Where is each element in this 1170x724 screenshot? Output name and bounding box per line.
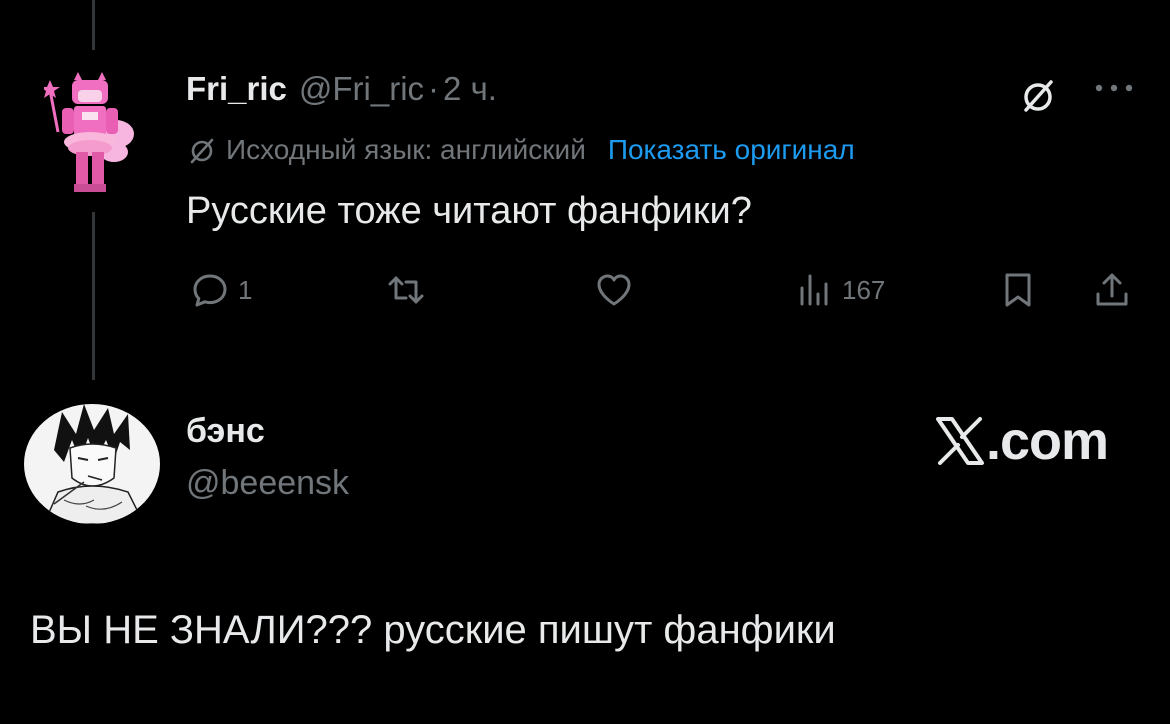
tweet-header: Fri_ric @Fri_ric · 2 ч. bbox=[186, 70, 497, 108]
views-count: 167 bbox=[842, 274, 886, 305]
card-author-handle[interactable]: @beeensk bbox=[186, 464, 349, 503]
thread-line-top bbox=[92, 0, 95, 50]
author-handle[interactable]: @Fri_ric bbox=[299, 70, 424, 108]
tweet-text: Русские тоже читают фанфики? bbox=[186, 190, 752, 232]
retweet-button[interactable] bbox=[386, 270, 426, 310]
share-button[interactable] bbox=[1092, 270, 1132, 310]
like-button[interactable] bbox=[594, 270, 634, 310]
action-bar: 1 167 bbox=[0, 266, 1170, 316]
author-name[interactable]: Fri_ric bbox=[186, 70, 287, 108]
translate-slash-icon[interactable] bbox=[1018, 76, 1058, 116]
reply-button[interactable]: 1 bbox=[190, 270, 252, 310]
retweet-icon bbox=[388, 276, 424, 304]
timestamp[interactable]: 2 ч. bbox=[443, 70, 497, 108]
translation-label: Исходный язык: английский bbox=[226, 134, 586, 165]
views-icon bbox=[800, 274, 828, 306]
share-icon bbox=[1096, 273, 1128, 306]
card-text: ВЫ НЕ ЗНАЛИ??? русские пишут фанфики bbox=[30, 608, 836, 652]
translate-icon bbox=[190, 138, 214, 164]
avatar[interactable] bbox=[44, 72, 136, 202]
show-original-link[interactable]: Показать оригинал bbox=[608, 134, 855, 166]
like-icon bbox=[597, 274, 631, 306]
separator-dot: · bbox=[428, 70, 440, 107]
views-button[interactable]: 167 bbox=[794, 270, 885, 310]
reply-icon bbox=[193, 274, 227, 307]
x-com-text: .com bbox=[986, 411, 1109, 471]
translation-notice: Исходный язык: английский Показать ориги… bbox=[186, 134, 855, 166]
bookmark-button[interactable] bbox=[998, 270, 1038, 310]
reply-count: 1 bbox=[238, 274, 253, 305]
bookmark-icon bbox=[1005, 273, 1031, 307]
card-avatar[interactable] bbox=[24, 404, 160, 524]
more-icon[interactable] bbox=[1092, 78, 1136, 98]
card-author-name[interactable]: бэнс bbox=[186, 412, 265, 451]
x-logo-icon bbox=[936, 417, 984, 465]
x-com-logo: .com bbox=[934, 411, 1109, 471]
